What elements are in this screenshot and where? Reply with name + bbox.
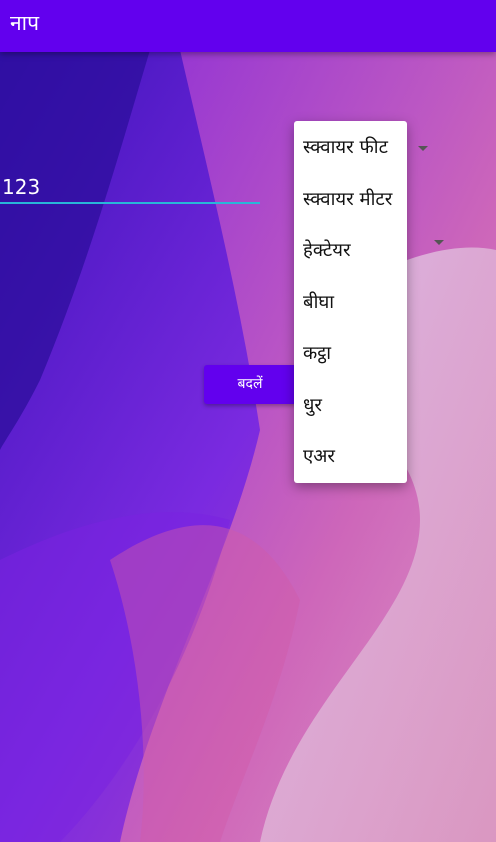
menu-item-square-feet[interactable]: स्क्वायर फीट (294, 122, 407, 174)
wallpaper-background (0, 0, 496, 842)
value-input[interactable]: 123 (0, 166, 260, 206)
app-title: नाप (10, 11, 40, 35)
menu-item-bigha[interactable]: बीघा (294, 277, 407, 329)
value-input-text: 123 (2, 175, 41, 199)
menu-item-are[interactable]: एअर (294, 431, 407, 483)
menu-item-hectare[interactable]: हेक्टेयर (294, 225, 407, 277)
app-bar: नाप (0, 0, 496, 52)
from-unit-dropdown-arrow-icon[interactable] (418, 146, 428, 151)
menu-item-dhur[interactable]: धुर (294, 380, 407, 432)
unit-dropdown-menu: स्क्वायर फीट स्क्वायर मीटर हेक्टेयर बीघा… (294, 121, 407, 483)
menu-item-kattha[interactable]: कट्ठा (294, 328, 407, 380)
input-underline (0, 202, 260, 204)
convert-button[interactable]: बदलें (204, 365, 298, 404)
menu-item-square-meter[interactable]: स्क्वायर मीटर (294, 174, 407, 226)
to-unit-dropdown-arrow-icon[interactable] (434, 240, 444, 245)
